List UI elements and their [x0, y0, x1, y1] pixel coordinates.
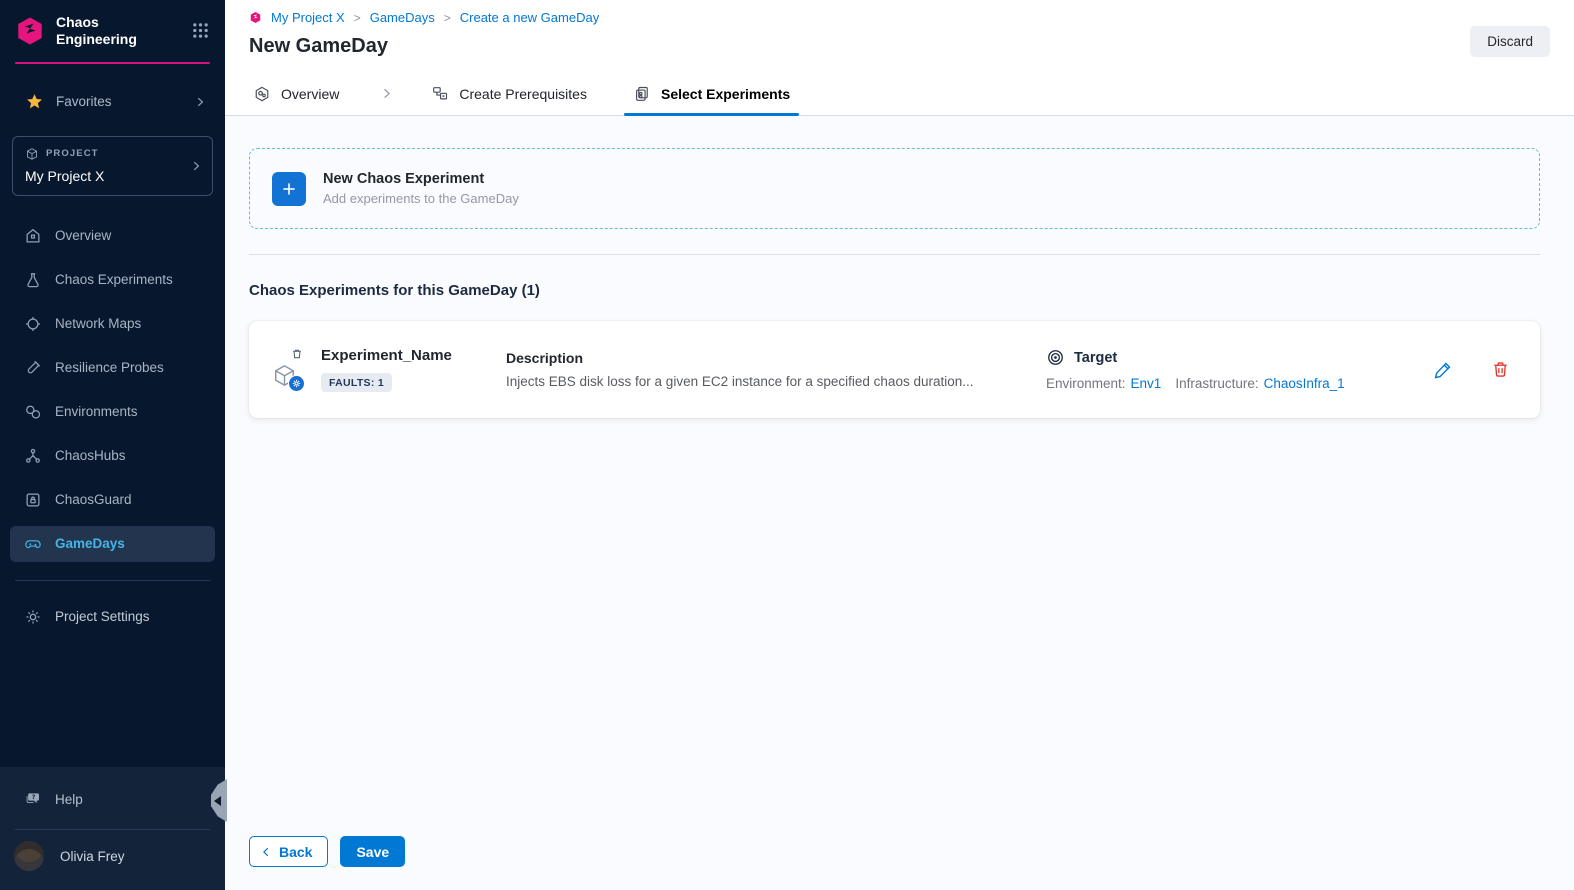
environment-label: Environment:: [1046, 376, 1126, 391]
help-button[interactable]: ? Help: [24, 781, 225, 817]
app-title: Chaos Engineering: [56, 14, 137, 48]
avatar: [14, 841, 44, 871]
sidebar-item-overview[interactable]: Overview: [10, 218, 215, 254]
infrastructure-label: Infrastructure:: [1175, 376, 1258, 391]
experiments-tab-icon: [633, 85, 651, 103]
chevron-right-icon: [189, 159, 203, 173]
content-area: New Chaos Experiment Add experiments to …: [225, 116, 1574, 890]
tab-chevron-icon: [379, 72, 394, 115]
description-label: Description: [506, 350, 1016, 366]
collapse-sidebar-icon: [214, 796, 221, 806]
content-divider: [249, 254, 1540, 255]
breadcrumb-separator: >: [354, 11, 361, 25]
help-icon: ?: [24, 790, 42, 808]
experiment-description-column: Description Injects EBS disk loss for a …: [506, 350, 1046, 389]
project-selector[interactable]: PROJECT My Project X: [12, 136, 213, 196]
favorites-star-icon: [26, 93, 43, 110]
wizard-footer-buttons: Back Save: [249, 836, 405, 867]
sidebar-favorites[interactable]: Favorites: [26, 84, 207, 120]
save-button[interactable]: Save: [340, 836, 405, 867]
favorites-label: Favorites: [56, 94, 112, 109]
tab-label: Create Prerequisites: [459, 86, 587, 102]
new-experiment-title: New Chaos Experiment: [323, 171, 519, 187]
experiment-actions: [1431, 358, 1512, 382]
sidebar-item-chaosguard[interactable]: ChaosGuard: [10, 482, 215, 518]
tab-label: Overview: [281, 86, 339, 102]
sidebar-item-chaos-experiments[interactable]: Chaos Experiments: [10, 262, 215, 298]
tab-label: Select Experiments: [661, 86, 790, 102]
new-experiment-text: New Chaos Experiment Add experiments to …: [323, 171, 519, 206]
chevron-right-icon: [193, 95, 207, 109]
breadcrumb: My Project X > GameDays > Create a new G…: [249, 10, 1550, 25]
environment-link[interactable]: Env1: [1131, 376, 1162, 391]
gear-icon: [24, 608, 42, 626]
back-label: Back: [279, 844, 312, 860]
target-icon: [1046, 348, 1065, 367]
experiment-card[interactable]: Experiment_Name FAULTS: 1 Description In…: [249, 321, 1540, 418]
footer-divider: [15, 829, 210, 830]
tab-overview[interactable]: Overview: [249, 72, 343, 115]
sidebar-item-resilience-probes[interactable]: Resilience Probes: [10, 350, 215, 386]
mini-trash-icon: [291, 348, 303, 360]
prerequisites-tab-icon: [431, 85, 449, 103]
experiments-section-heading: Chaos Experiments for this GameDay (1): [249, 282, 1550, 299]
experiment-name-column: Experiment_Name FAULTS: 1: [321, 347, 506, 392]
sidebar-item-chaoshubs[interactable]: ChaosHubs: [10, 438, 215, 474]
breadcrumb-link-gamedays[interactable]: GameDays: [370, 10, 435, 25]
faults-badge: FAULTS: 1: [321, 373, 392, 392]
description-text: Injects EBS disk loss for a given EC2 in…: [506, 374, 976, 389]
page-header: My Project X > GameDays > Create a new G…: [225, 0, 1574, 72]
tab-select-experiments[interactable]: Select Experiments: [629, 72, 794, 115]
plus-icon: [272, 172, 306, 206]
gear-badge-icon: [288, 375, 305, 392]
sidebar-item-gamedays[interactable]: GameDays: [10, 526, 215, 562]
sidebar-item-project-settings[interactable]: Project Settings: [0, 599, 225, 635]
target-label: Target: [1074, 350, 1117, 366]
sidebar: Chaos Engineering Favorites P: [0, 0, 225, 890]
svg-text:?: ?: [32, 794, 36, 801]
sidebar-item-environments[interactable]: Environments: [10, 394, 215, 430]
delete-experiment-button[interactable]: [1489, 358, 1512, 381]
delete-trash-icon: [1491, 360, 1510, 379]
breadcrumb-link-current[interactable]: Create a new GameDay: [460, 10, 599, 25]
wizard-tab-bar: Overview Create Prerequisites: [225, 72, 1574, 116]
project-name: My Project X: [25, 168, 200, 184]
infrastructure-link[interactable]: ChaosInfra_1: [1264, 376, 1345, 391]
back-button[interactable]: Back: [249, 836, 328, 867]
sidebar-header: Chaos Engineering: [0, 0, 225, 58]
breadcrumb-separator: >: [444, 11, 451, 25]
breadcrumb-logo-icon: [249, 11, 262, 24]
main-area: My Project X > GameDays > Create a new G…: [225, 0, 1574, 890]
chevron-left-icon: [259, 845, 273, 859]
help-label: Help: [55, 792, 83, 807]
project-cube-icon: [25, 147, 39, 161]
edit-pencil-icon: [1433, 360, 1453, 380]
new-experiment-subtitle: Add experiments to the GameDay: [323, 191, 519, 206]
new-chaos-experiment-button[interactable]: New Chaos Experiment Add experiments to …: [249, 148, 1540, 229]
experiment-type-icon: [271, 348, 321, 392]
project-eyebrow-label: PROJECT: [46, 148, 99, 159]
brand-divider: [15, 62, 210, 64]
module-grid-icon[interactable]: [192, 22, 209, 39]
experiment-name: Experiment_Name: [321, 347, 506, 364]
overview-tab-icon: [253, 85, 271, 103]
user-name: Olivia Frey: [60, 849, 125, 864]
page-title: New GameDay: [249, 35, 1550, 58]
tab-spacer: [591, 72, 629, 115]
discard-button[interactable]: Discard: [1470, 26, 1550, 57]
experiment-target-column: Target Environment: Env1 Infrastructure:…: [1046, 348, 1431, 391]
edit-experiment-button[interactable]: [1431, 358, 1455, 382]
breadcrumb-link-project[interactable]: My Project X: [271, 10, 345, 25]
sidebar-divider: [15, 580, 210, 581]
sidebar-item-network-maps[interactable]: Network Maps: [10, 306, 215, 342]
harness-logo: [14, 15, 46, 47]
tab-create-prerequisites[interactable]: Create Prerequisites: [427, 72, 591, 115]
sidebar-footer: ? Help Olivia Frey: [0, 767, 225, 890]
sidebar-menu: Overview Chaos Experiments Network Maps …: [10, 218, 215, 562]
user-profile[interactable]: Olivia Frey: [14, 841, 225, 871]
